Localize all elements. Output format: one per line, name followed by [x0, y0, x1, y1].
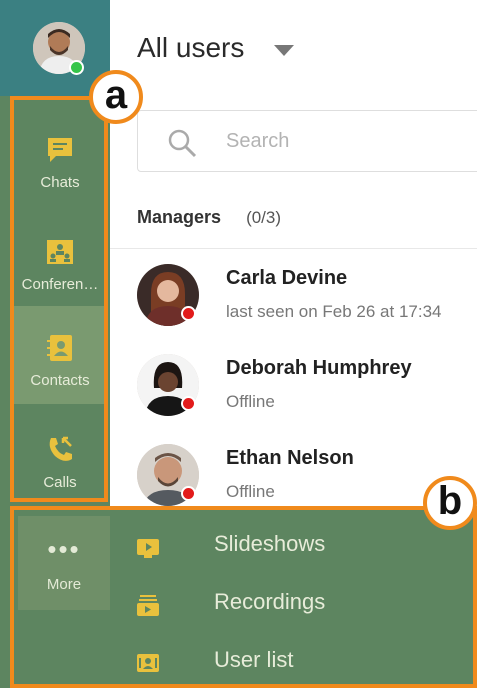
user-name: Deborah Humphrey — [226, 357, 412, 379]
list-item[interactable]: Deborah Humphrey Offline — [110, 340, 477, 430]
search-placeholder: Search — [226, 130, 290, 152]
user-status: last seen on Feb 26 at 17:34 — [226, 302, 442, 321]
page-title: All users — [137, 32, 245, 63]
user-name: Carla Devine — [226, 267, 348, 289]
section-header: Managers (0/3) — [137, 207, 281, 228]
user-name: Ethan Nelson — [226, 447, 354, 469]
search-icon — [168, 129, 197, 158]
offline-status-dot — [181, 486, 196, 501]
online-status-dot — [69, 60, 84, 75]
user-status: Offline — [226, 392, 275, 411]
divider — [110, 248, 477, 249]
annotation-box-a — [10, 96, 108, 502]
offline-status-dot — [181, 306, 196, 321]
annotation-box-b — [10, 506, 477, 688]
annotation-callout-a: a — [89, 70, 143, 124]
section-count: (0/3) — [246, 208, 282, 227]
section-title: Managers — [137, 207, 222, 227]
offline-status-dot — [181, 396, 196, 411]
user-status: Offline — [226, 482, 275, 501]
chevron-down-icon[interactable] — [274, 45, 294, 56]
list-item[interactable]: Carla Devine last seen on Feb 26 at 17:3… — [110, 250, 477, 340]
search-input[interactable]: Search — [137, 110, 477, 172]
annotation-callout-b: b — [423, 476, 477, 530]
